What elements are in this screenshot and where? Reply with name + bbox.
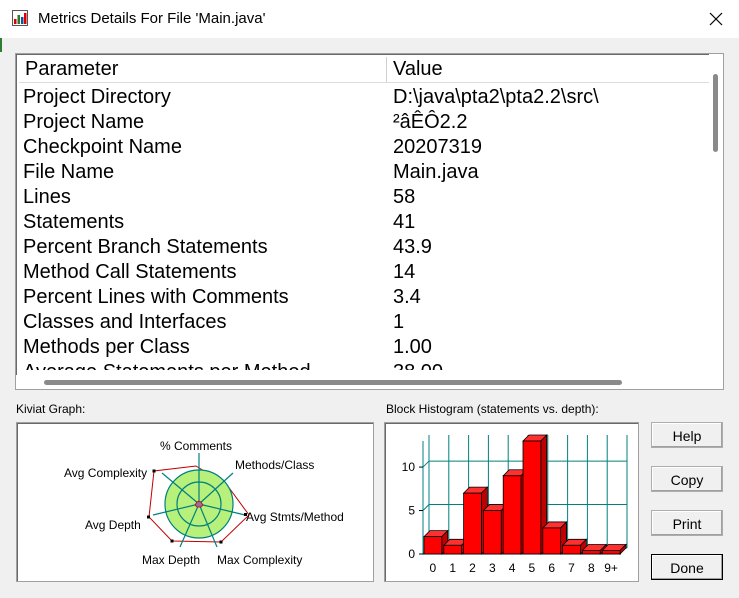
x-tick-label: 0 xyxy=(430,561,437,575)
column-header-parameter[interactable]: Parameter xyxy=(19,57,387,82)
metrics-table[interactable]: Parameter Value Project Directory D:\java… xyxy=(15,53,724,390)
kiviat-svg: % Comments Methods/Class Avg Stmts/Metho… xyxy=(64,439,344,567)
table-header: Parameter Value xyxy=(19,57,709,83)
window-title: Metrics Details For File 'Main.java' xyxy=(38,10,266,27)
y-tick-label: 5 xyxy=(408,504,415,518)
kiviat-axis-label: Avg Stmts/Method xyxy=(246,510,344,524)
histogram-label: Block Histogram (statements vs. depth): xyxy=(386,402,599,416)
x-tick-label: 1 xyxy=(449,561,456,575)
table-row[interactable]: Project Directory D:\java\pta2\pta2.2\src… xyxy=(19,85,709,110)
table-row[interactable]: Checkpoint Name 20207319 xyxy=(19,135,709,160)
parameter-cell: Project Directory xyxy=(23,86,171,108)
parameter-cell: Project Name xyxy=(23,111,145,133)
kiviat-axis-label: Avg Complexity xyxy=(64,466,147,480)
table-row[interactable]: Percent Branch Statements 43.9 xyxy=(19,235,709,260)
help-button[interactable]: Help xyxy=(651,422,723,448)
value-cell: 43.9 xyxy=(393,236,432,258)
table-row[interactable]: Statements 41 xyxy=(19,210,709,235)
title-bar: Metrics Details For File 'Main.java' xyxy=(0,0,739,38)
value-cell: 58 xyxy=(393,186,416,208)
histogram-svg: 1050 0 1 2 3 4 5 6 7 8 9+ xyxy=(402,434,628,575)
table-row[interactable]: Percent Lines with Comments 3.4 xyxy=(19,285,709,310)
vertical-scrollbar[interactable] xyxy=(709,54,723,372)
kiviat-axis-label: Max Depth xyxy=(142,553,200,567)
value-cell: 1 xyxy=(393,311,405,333)
horizontal-scroll-thumb[interactable] xyxy=(44,380,622,385)
copy-button[interactable]: Copy xyxy=(651,466,723,492)
block-histogram: 10 5 0 0 1 2 3 4 5 6 7 8 9+ xyxy=(384,422,639,582)
x-tick-label: 5 xyxy=(529,561,536,575)
horizontal-scrollbar[interactable] xyxy=(16,375,723,389)
x-tick-label: 2 xyxy=(469,561,476,575)
table-row[interactable]: Project Name ²âÊÔ2.2 xyxy=(19,110,709,135)
x-tick-label: 8 xyxy=(588,561,595,575)
done-button[interactable]: Done xyxy=(651,554,723,580)
value-cell: 20207319 xyxy=(393,136,482,158)
close-icon xyxy=(709,12,723,26)
histogram-x-ticks: 0 1 2 3 4 5 6 7 8 9+ xyxy=(430,561,618,575)
value-cell: 14 xyxy=(393,261,416,283)
parameter-cell: Percent Lines with Comments xyxy=(23,286,289,308)
column-header-value[interactable]: Value xyxy=(387,57,709,82)
parameter-cell: File Name xyxy=(23,161,115,183)
table-row[interactable]: Method Call Statements 14 xyxy=(19,260,709,285)
parameter-cell: Checkpoint Name xyxy=(23,136,182,158)
x-tick-label: 6 xyxy=(548,561,555,575)
table-row[interactable]: Lines 58 xyxy=(19,185,709,210)
value-cell: 41 xyxy=(393,211,416,233)
app-icon xyxy=(12,10,28,26)
parameter-cell: Lines xyxy=(23,186,71,208)
window-edge xyxy=(0,38,2,52)
parameter-cell: Statements xyxy=(23,211,125,233)
value-cell: 38.00 xyxy=(393,360,443,370)
kiviat-label: Kiviat Graph: xyxy=(16,402,86,416)
y-tick-label: 0 xyxy=(408,547,415,561)
value-cell: 3.4 xyxy=(393,286,421,308)
x-tick-label: 7 xyxy=(568,561,575,575)
kiviat-axis-label: % Comments xyxy=(160,439,232,453)
print-button[interactable]: Print xyxy=(651,510,723,536)
parameter-cell: Percent Branch Statements xyxy=(23,236,268,258)
table-row[interactable]: File Name Main.java xyxy=(19,160,709,185)
table-row[interactable]: Methods per Class 1.00 xyxy=(19,335,709,360)
value-cell: ²âÊÔ2.2 xyxy=(393,111,468,133)
histogram-y-ticks: 10 5 0 xyxy=(402,460,416,561)
x-tick-label: 9+ xyxy=(604,561,618,575)
value-cell: D:\java\pta2\pta2.2\src\ xyxy=(393,86,599,108)
y-tick-label: 10 xyxy=(402,460,416,474)
value-cell: 1.00 xyxy=(393,336,432,358)
value-cell: Main.java xyxy=(393,161,479,183)
table-row[interactable]: Classes and Interfaces 1 xyxy=(19,310,709,335)
kiviat-axis-label: Max Complexity xyxy=(217,553,302,567)
kiviat-axis-label: Avg Depth xyxy=(85,518,141,532)
table-body: Project Directory D:\java\pta2\pta2.2\src… xyxy=(19,85,709,370)
histogram-bars xyxy=(423,434,627,555)
x-tick-label: 4 xyxy=(509,561,516,575)
kiviat-graph: % Comments Methods/Class Avg Stmts/Metho… xyxy=(16,422,374,582)
parameter-cell: Method Call Statements xyxy=(23,261,237,283)
table-row[interactable]: Average Statements per Method 38.00 xyxy=(19,360,709,370)
kiviat-axis-label: Methods/Class xyxy=(235,458,314,472)
close-button[interactable] xyxy=(693,0,739,38)
parameter-cell: Methods per Class xyxy=(23,336,190,358)
vertical-scroll-thumb[interactable] xyxy=(713,74,718,152)
parameter-cell: Average Statements per Method xyxy=(23,360,311,370)
parameter-cell: Classes and Interfaces xyxy=(23,311,227,333)
x-tick-label: 3 xyxy=(489,561,496,575)
